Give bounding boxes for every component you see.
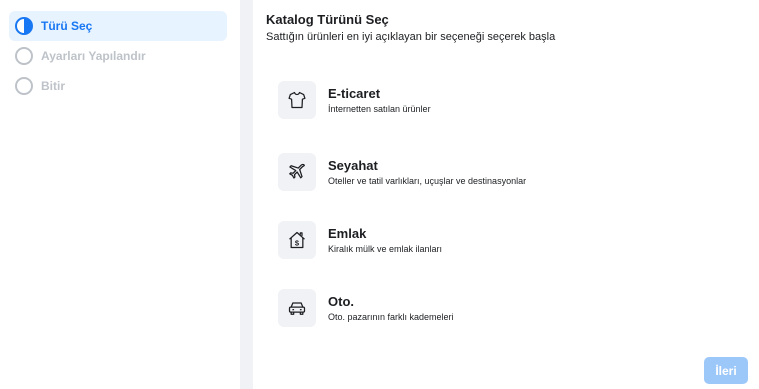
option-description: Kiralık mülk ve emlak ilanları (328, 244, 443, 254)
option-description: Oto. pazarının farklı kademeleri (328, 312, 454, 322)
option-auto[interactable]: Oto. Oto. pazarının farklı kademeleri (278, 286, 738, 330)
next-button[interactable]: İleri (704, 357, 748, 384)
page-subtitle: Sattığın ürünleri en iyi açıklayan bir s… (266, 31, 556, 43)
step-label: Ayarları Yapılandır (41, 49, 146, 63)
option-name: E-ticaret (328, 86, 381, 101)
option-real-estate[interactable]: $ Emlak Kiralık mülk ve emlak ilanları (278, 218, 738, 262)
step-label: Bitir (41, 79, 65, 93)
option-description: Oteller ve tatil varlıkları, uçuşlar ve … (328, 176, 527, 186)
option-travel[interactable]: Seyahat Oteller ve tatil varlıkları, uçu… (278, 150, 738, 194)
option-ecommerce[interactable]: E-ticaret İnternetten satılan ürünler (278, 78, 738, 122)
step-select-type[interactable]: Türü Seç (9, 11, 227, 41)
house-dollar-icon: $ (278, 221, 316, 259)
page-title: Katalog Türünü Seç (266, 12, 389, 27)
car-icon (278, 289, 316, 327)
option-name: Seyahat (328, 158, 378, 173)
option-description: İnternetten satılan ürünler (328, 104, 431, 114)
svg-text:$: $ (295, 238, 300, 247)
step-label: Türü Seç (41, 19, 93, 33)
catalog-wizard: Türü Seç Ayarları Yapılandır Bitir Katal… (0, 0, 759, 389)
airplane-icon (278, 153, 316, 191)
option-name: Emlak (328, 226, 367, 241)
option-name: Oto. (328, 294, 354, 309)
wizard-sidebar: Türü Seç Ayarları Yapılandır Bitir (0, 0, 240, 389)
step-finish[interactable]: Bitir (9, 71, 227, 101)
tshirt-icon (278, 81, 316, 119)
step-configure-settings[interactable]: Ayarları Yapılandır (9, 41, 227, 71)
main-panel: Katalog Türünü Seç Sattığın ürünleri en … (253, 0, 759, 389)
step-progress-icon (15, 17, 33, 35)
step-radio-icon (15, 47, 33, 65)
step-radio-icon (15, 77, 33, 95)
